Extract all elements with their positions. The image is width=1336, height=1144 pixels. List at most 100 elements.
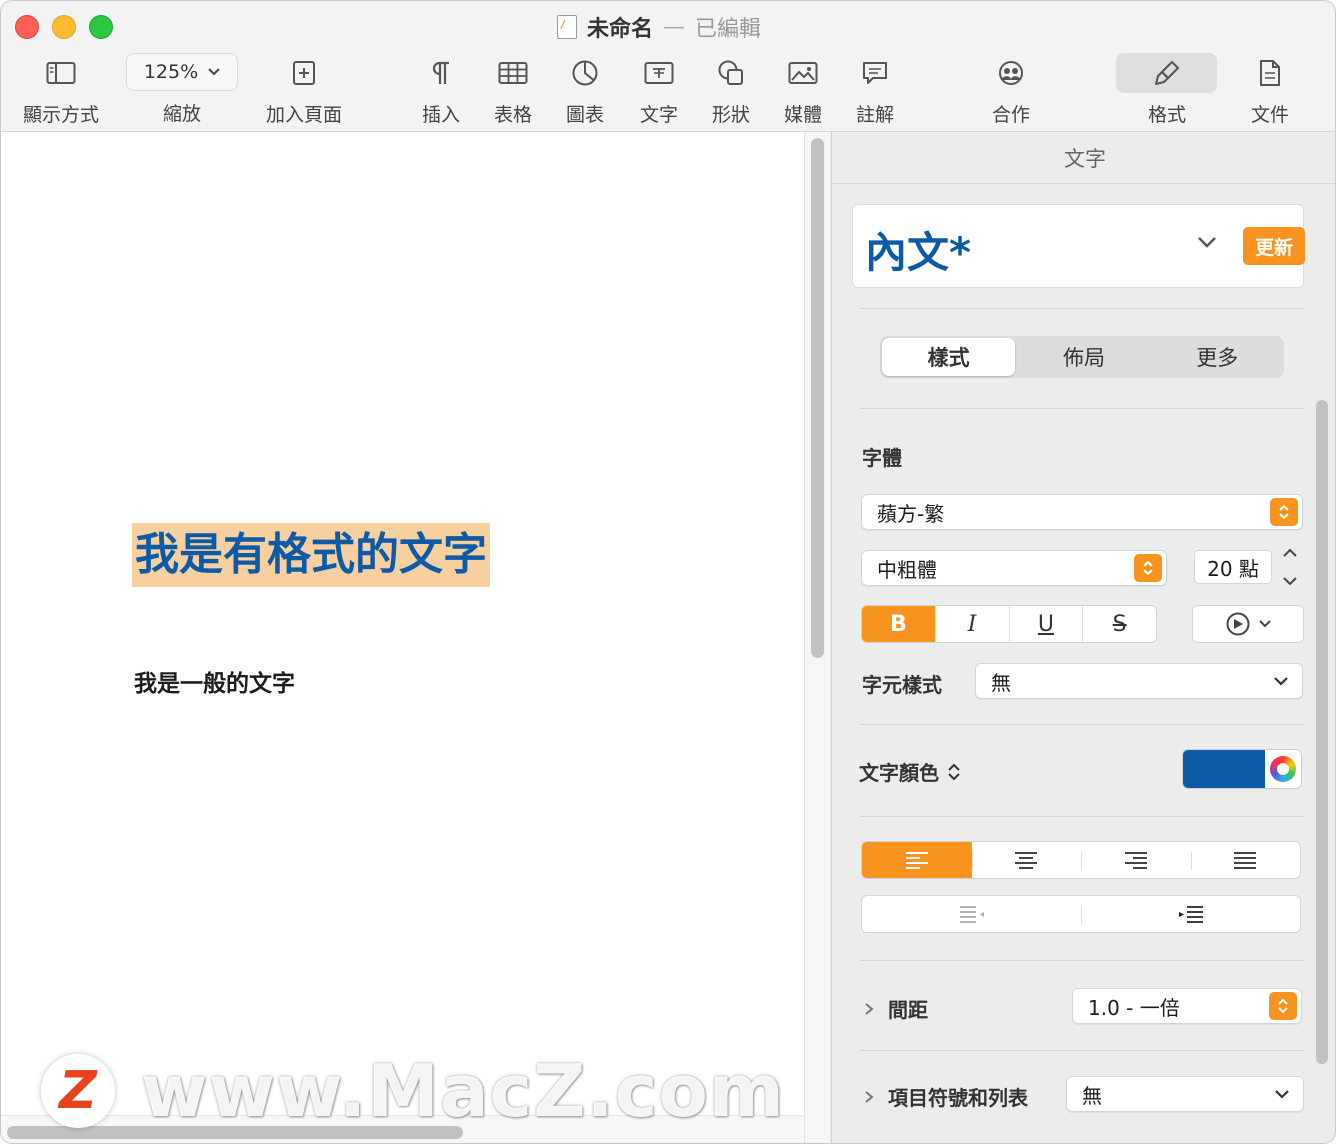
insert-label: 插入 xyxy=(421,104,460,126)
alignment-buttons xyxy=(861,841,1301,879)
chevron-right-icon xyxy=(865,1090,874,1103)
spacing-disclosure[interactable]: 間距 xyxy=(864,994,928,1023)
view-button[interactable]: 顯示方式 xyxy=(19,53,103,131)
zoom-control[interactable]: 125% 縮放 xyxy=(125,53,239,131)
comment-icon xyxy=(861,53,889,93)
font-size-field[interactable]: 20 點 xyxy=(1194,550,1272,584)
canvas-vertical-scrollbar[interactable] xyxy=(804,132,830,1143)
toolbar: 未命名 — 已編輯 顯示方式 125% 縮放 加入頁面 插入 表格 圖表 文字 … xyxy=(1,1,1335,132)
minimize-window-button[interactable] xyxy=(52,15,76,39)
zoom-label: 縮放 xyxy=(162,103,201,125)
increase-indent-icon xyxy=(1178,906,1203,923)
align-center-button[interactable] xyxy=(971,842,1082,878)
font-weight-popup[interactable]: 中粗體 xyxy=(861,550,1167,586)
chevron-right-icon xyxy=(865,1002,874,1015)
sidebar-view-icon xyxy=(46,53,76,93)
decrease-indent-button[interactable] xyxy=(862,896,1081,932)
inspector-tabs: 樣式 佈局 更多 xyxy=(880,336,1284,378)
media-button[interactable]: 媒體 xyxy=(779,53,827,131)
format-button[interactable]: 格式 xyxy=(1141,53,1193,131)
add-page-label: 加入頁面 xyxy=(265,104,342,126)
text-color-control[interactable]: 文字顏色 xyxy=(859,757,961,786)
inspector-scrollbar[interactable] xyxy=(1316,400,1328,1064)
font-family-value: 蘋方-繁 xyxy=(877,501,945,526)
italic-button[interactable]: I xyxy=(934,606,1009,642)
increase-indent-button[interactable] xyxy=(1081,896,1300,932)
update-style-button[interactable]: 更新 xyxy=(1243,227,1305,265)
zoom-window-button[interactable] xyxy=(89,15,113,39)
shape-button[interactable]: 形狀 xyxy=(707,53,755,131)
align-right-button[interactable] xyxy=(1081,842,1191,878)
formatted-text-selection[interactable]: 我是有格式的文字 xyxy=(132,523,490,587)
plain-text-paragraph[interactable]: 我是一般的文字 xyxy=(134,664,295,698)
table-icon xyxy=(498,53,528,93)
updown-chevron-icon xyxy=(1134,554,1162,582)
line-spacing-popup[interactable]: 1.0 - 一倍 xyxy=(1072,988,1302,1024)
gear-options-icon xyxy=(1226,612,1250,636)
text-color-well[interactable] xyxy=(1182,749,1302,789)
scrollbar-thumb[interactable] xyxy=(811,138,824,658)
pilcrow-icon xyxy=(431,53,451,93)
align-center-icon xyxy=(1015,852,1038,869)
chevron-up-icon[interactable] xyxy=(1282,548,1298,558)
bullets-lists-popup[interactable]: 無 xyxy=(1066,1076,1304,1112)
collaborate-button[interactable]: 合作 xyxy=(987,53,1035,131)
collaborate-icon xyxy=(995,53,1027,93)
character-style-value: 無 xyxy=(991,670,1011,695)
chevron-down-icon xyxy=(1259,620,1271,628)
font-family-popup[interactable]: 蘋方-繁 xyxy=(861,494,1303,530)
underline-button[interactable]: U xyxy=(1008,606,1083,642)
align-right-icon xyxy=(1124,852,1147,869)
table-button[interactable]: 表格 xyxy=(489,53,537,131)
title-separator: — xyxy=(663,14,686,40)
divider xyxy=(860,408,1304,409)
text-box-button[interactable]: 文字 xyxy=(635,53,683,131)
color-wheel-icon xyxy=(1270,756,1296,782)
add-page-button[interactable]: 加入頁面 xyxy=(259,53,349,131)
font-weight-value: 中粗體 xyxy=(877,557,937,582)
inspector-title: 文字 xyxy=(832,132,1335,184)
advanced-text-options-button[interactable] xyxy=(1192,605,1304,643)
justify-button[interactable] xyxy=(1190,842,1301,878)
align-left-button[interactable] xyxy=(862,842,972,878)
watermark-text: www.MacZ.com xyxy=(141,1049,785,1133)
collaborate-label: 合作 xyxy=(991,104,1030,126)
text-box-icon xyxy=(644,53,674,93)
paintbrush-icon xyxy=(1153,53,1181,93)
divider xyxy=(860,724,1304,725)
document-button[interactable]: 文件 xyxy=(1245,53,1295,131)
add-page-icon xyxy=(292,53,316,93)
chart-button[interactable]: 圖表 xyxy=(561,53,609,131)
bold-button[interactable]: B xyxy=(862,606,935,642)
close-window-button[interactable] xyxy=(15,15,39,39)
zoom-popup[interactable]: 125% xyxy=(126,53,238,91)
bullets-lists-disclosure[interactable]: 項目符號和列表 xyxy=(864,1082,1028,1111)
document-canvas[interactable] xyxy=(1,132,804,1115)
spacing-label: 間距 xyxy=(888,998,928,1022)
character-style-popup[interactable]: 無 xyxy=(975,663,1303,699)
shape-label: 形狀 xyxy=(711,104,750,126)
tab-style[interactable]: 樣式 xyxy=(882,338,1016,376)
tab-layout[interactable]: 佈局 xyxy=(1017,336,1150,378)
color-wheel-button[interactable] xyxy=(1265,750,1301,788)
color-swatch[interactable] xyxy=(1183,750,1265,788)
text-style-buttons: B I U S xyxy=(861,605,1157,643)
pages-window: 未命名 — 已編輯 顯示方式 125% 縮放 加入頁面 插入 表格 圖表 文字 … xyxy=(0,0,1336,1144)
document-file-icon xyxy=(557,15,577,39)
updown-chevron-icon xyxy=(1270,498,1298,526)
insert-button[interactable]: 插入 xyxy=(417,53,465,131)
comment-label: 註解 xyxy=(855,104,894,126)
chevron-down-icon xyxy=(1275,1089,1289,1099)
watermark-logo: Z xyxy=(41,1054,115,1128)
chevron-down-icon[interactable] xyxy=(1282,576,1298,586)
paragraph-style-name: 內文* xyxy=(865,228,971,277)
chevron-down-icon xyxy=(208,68,220,76)
paragraph-style-card[interactable]: 內文* 更新 xyxy=(852,204,1305,288)
font-size-stepper[interactable] xyxy=(1278,548,1302,586)
tab-more[interactable]: 更多 xyxy=(1151,336,1284,378)
strikethrough-button[interactable]: S xyxy=(1082,606,1156,642)
chevron-down-icon[interactable] xyxy=(1197,233,1217,252)
bullets-lists-label: 項目符號和列表 xyxy=(888,1086,1028,1110)
comment-button[interactable]: 註解 xyxy=(851,53,899,131)
pie-chart-icon xyxy=(571,53,599,93)
